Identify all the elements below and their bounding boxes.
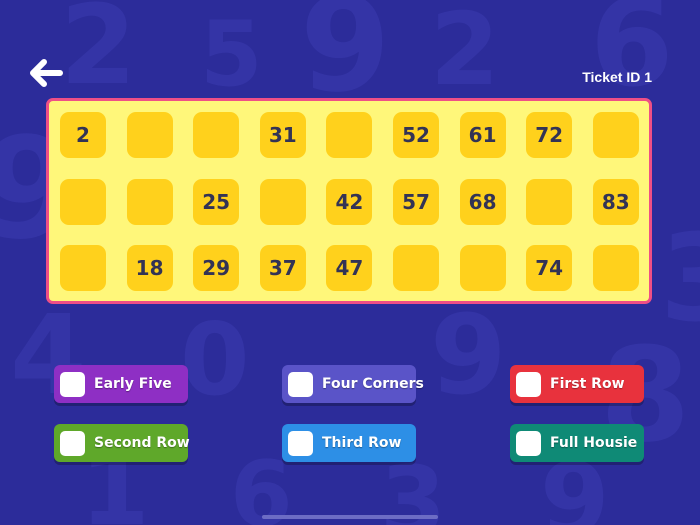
- claim-second-row-button[interactable]: Second Row: [54, 424, 190, 462]
- claim-label: Full Housie: [550, 435, 638, 451]
- claim-label: Third Row: [322, 435, 402, 451]
- ticket-cell[interactable]: 25: [193, 178, 240, 225]
- claim-label: Four Corners: [322, 376, 424, 392]
- claim-third-row-button[interactable]: Third Row: [282, 424, 416, 462]
- ticket-cell[interactable]: [259, 178, 306, 225]
- claim-label: First Row: [550, 376, 625, 392]
- claim-first-row-button[interactable]: First Row: [510, 365, 644, 403]
- claim-checkbox[interactable]: [516, 430, 541, 456]
- claim-full-housie-button[interactable]: Full Housie: [510, 424, 644, 462]
- claim-early-five-button[interactable]: Early Five: [54, 365, 188, 403]
- ticket-cell[interactable]: 52: [393, 112, 439, 158]
- back-button[interactable]: [28, 56, 66, 90]
- claim-checkbox[interactable]: [288, 430, 313, 456]
- ticket-cell[interactable]: [326, 112, 373, 158]
- ticket-cell[interactable]: 31: [259, 112, 306, 158]
- arrow-left-icon: [30, 59, 63, 87]
- ticket-cell[interactable]: [526, 178, 573, 225]
- claim-checkbox[interactable]: [288, 371, 313, 397]
- claim-label: Early Five: [94, 376, 172, 392]
- ticket-cell[interactable]: [126, 112, 173, 158]
- ticket-cell[interactable]: [592, 245, 639, 291]
- ticket-cell[interactable]: [60, 178, 106, 225]
- ticket-id-label: Ticket ID 1: [582, 69, 652, 85]
- ticket-cell[interactable]: [393, 245, 439, 291]
- claim-label: Second Row: [94, 435, 190, 451]
- ticket-cell[interactable]: 57: [393, 178, 439, 225]
- ticket-cell[interactable]: 74: [526, 245, 573, 291]
- ticket-cell[interactable]: [126, 178, 173, 225]
- ticket-cell[interactable]: 18: [126, 245, 173, 291]
- ticket-cell[interactable]: 42: [326, 178, 373, 225]
- ticket-cell[interactable]: [592, 112, 639, 158]
- ticket-cell[interactable]: [193, 112, 240, 158]
- home-indicator: [262, 515, 438, 519]
- ticket-cell[interactable]: 47: [326, 245, 373, 291]
- ticket-cell[interactable]: 29: [193, 245, 240, 291]
- ticket-cell[interactable]: 37: [259, 245, 306, 291]
- claim-checkbox[interactable]: [60, 371, 85, 397]
- ticket-cell[interactable]: 61: [459, 112, 506, 158]
- claim-checkbox[interactable]: [60, 430, 85, 456]
- claim-checkbox[interactable]: [516, 371, 541, 397]
- claim-four-corners-button[interactable]: Four Corners: [282, 365, 424, 403]
- ticket-cell[interactable]: 2: [60, 112, 106, 158]
- ticket-cell[interactable]: [60, 245, 106, 291]
- ticket-cell[interactable]: 83: [592, 178, 639, 225]
- ticket-cell[interactable]: [459, 245, 506, 291]
- ticket-cell[interactable]: 68: [459, 178, 506, 225]
- ticket-cell[interactable]: 72: [526, 112, 573, 158]
- ticket-grid: 2 31 52 61 72 25 42 57 68 83 18 29 37 47 74: [46, 98, 652, 304]
